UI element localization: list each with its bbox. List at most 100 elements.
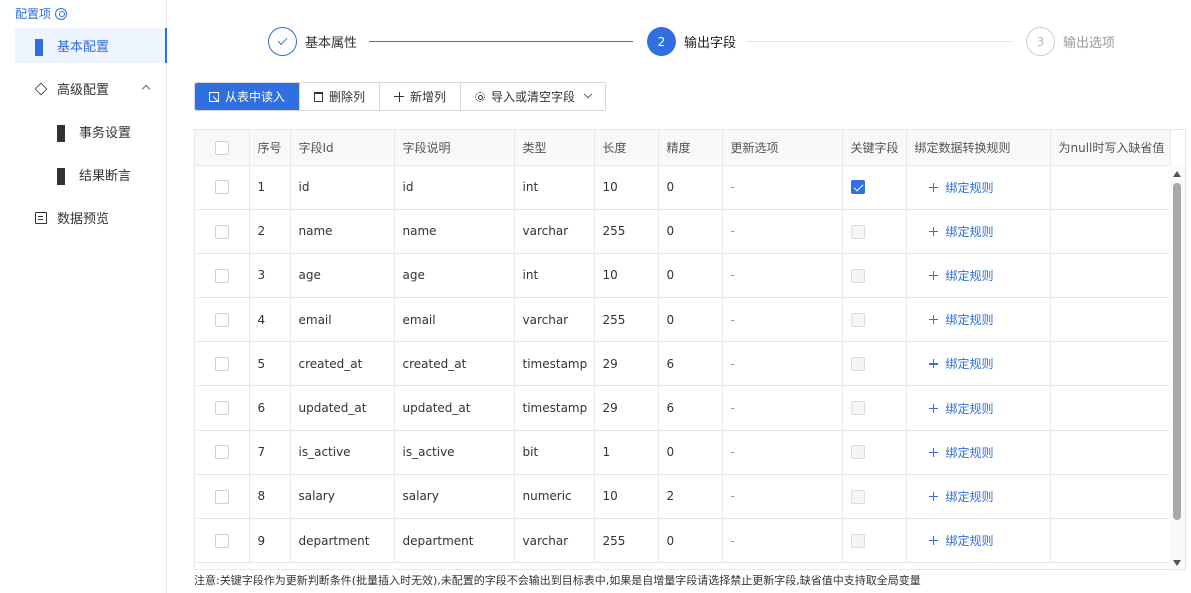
default-value-cell[interactable] xyxy=(1050,165,1171,210)
update-option-cell[interactable]: - xyxy=(722,430,843,475)
update-option-cell[interactable]: - xyxy=(722,474,843,520)
bind-rule-cell[interactable]: 绑定规则 xyxy=(906,385,1051,431)
default-value-cell[interactable] xyxy=(1050,518,1171,564)
table-row[interactable]: 9 department department varchar 255 0- 绑定规则 xyxy=(195,518,1171,564)
field-desc-cell[interactable]: department xyxy=(394,518,515,564)
row-select-cell[interactable] xyxy=(195,253,250,299)
field-id-cell[interactable]: age xyxy=(290,253,395,299)
bind-rule-link[interactable]: 绑定规则 xyxy=(915,355,994,372)
sidebar-item-transaction[interactable]: 事务设置 xyxy=(15,114,167,149)
default-value-cell[interactable] xyxy=(1050,297,1171,343)
key-field-checkbox[interactable] xyxy=(850,401,865,416)
bind-rule-link[interactable]: 绑定规则 xyxy=(915,267,994,284)
delete-column-button[interactable]: 删除列 xyxy=(299,83,380,110)
scroll-down-icon[interactable] xyxy=(1173,560,1181,566)
row-select-cell[interactable] xyxy=(195,209,250,254)
row-checkbox[interactable] xyxy=(214,312,229,327)
field-id-cell[interactable]: email xyxy=(290,297,395,343)
default-value-cell[interactable] xyxy=(1050,430,1171,475)
field-desc-cell[interactable]: id xyxy=(394,165,515,210)
step-output-fields[interactable]: 2 输出字段 xyxy=(647,27,736,56)
update-option-cell[interactable]: - xyxy=(722,253,843,299)
update-option-cell[interactable]: - xyxy=(722,385,843,431)
field-desc-cell[interactable]: age xyxy=(394,253,515,299)
key-field-checkbox[interactable] xyxy=(850,445,865,460)
bind-rule-cell[interactable]: 绑定规则 xyxy=(906,518,1051,564)
field-id-cell[interactable]: updated_at xyxy=(290,385,395,431)
read-from-table-button[interactable]: 从表中读入 xyxy=(195,83,300,110)
update-option-cell[interactable]: - xyxy=(722,341,843,387)
key-field-checkbox[interactable] xyxy=(850,312,865,327)
add-column-button[interactable]: 新增列 xyxy=(379,83,461,110)
bind-rule-cell[interactable]: 绑定规则 xyxy=(906,430,1051,475)
field-desc-cell[interactable]: email xyxy=(394,297,515,343)
row-checkbox[interactable] xyxy=(214,357,229,372)
bind-rule-cell[interactable]: 绑定规则 xyxy=(906,297,1051,343)
bind-rule-cell[interactable]: 绑定规则 xyxy=(906,474,1051,520)
row-select-cell[interactable] xyxy=(195,474,250,520)
default-value-cell[interactable] xyxy=(1050,209,1171,254)
default-value-cell[interactable] xyxy=(1050,253,1171,299)
key-field-checkbox[interactable] xyxy=(850,180,865,195)
scrollbar-thumb[interactable] xyxy=(1173,183,1181,520)
scroll-up-icon[interactable] xyxy=(1173,171,1181,177)
table-row[interactable]: 2 name name varchar 255 0- 绑定规则 xyxy=(195,209,1171,254)
key-field-checkbox[interactable] xyxy=(850,224,865,239)
key-field-cell[interactable] xyxy=(842,165,907,210)
key-field-cell[interactable] xyxy=(842,518,907,564)
update-option-cell[interactable]: - xyxy=(722,209,843,254)
row-checkbox[interactable] xyxy=(214,224,229,239)
field-id-cell[interactable]: name xyxy=(290,209,395,254)
key-field-checkbox[interactable] xyxy=(850,357,865,372)
update-option-cell[interactable]: - xyxy=(722,165,843,210)
sidebar-item-assertion[interactable]: 结果断言 xyxy=(15,157,167,192)
key-field-cell[interactable] xyxy=(842,209,907,254)
row-select-cell[interactable] xyxy=(195,297,250,343)
field-id-cell[interactable]: salary xyxy=(290,474,395,520)
key-field-checkbox[interactable] xyxy=(850,489,865,504)
bind-rule-link[interactable]: 绑定规则 xyxy=(915,488,994,505)
sidebar-item-data-preview[interactable]: 数据预览 xyxy=(15,200,167,235)
key-field-checkbox[interactable] xyxy=(850,533,865,548)
key-field-cell[interactable] xyxy=(842,253,907,299)
select-all-checkbox[interactable] xyxy=(214,140,229,155)
bind-rule-cell[interactable]: 绑定规则 xyxy=(906,209,1051,254)
table-row[interactable]: 1 id id int 10 0- 绑定规则 xyxy=(195,165,1171,210)
table-row[interactable]: 3 age age int 10 0- 绑定规则 xyxy=(195,253,1171,299)
update-option-cell[interactable]: - xyxy=(722,518,843,564)
row-checkbox[interactable] xyxy=(214,268,229,283)
field-id-cell[interactable]: created_at xyxy=(290,341,395,387)
table-row[interactable]: 7 is_active is_active bit 1 0- 绑定规则 xyxy=(195,430,1171,475)
bind-rule-link[interactable]: 绑定规则 xyxy=(915,223,994,240)
row-select-cell[interactable] xyxy=(195,385,250,431)
bind-rule-link[interactable]: 绑定规则 xyxy=(915,532,994,549)
target-icon[interactable] xyxy=(55,7,68,20)
chevron-up-icon[interactable] xyxy=(141,84,151,94)
field-desc-cell[interactable]: updated_at xyxy=(394,385,515,431)
bind-rule-link[interactable]: 绑定规则 xyxy=(915,444,994,461)
key-field-cell[interactable] xyxy=(842,474,907,520)
bind-rule-cell[interactable]: 绑定规则 xyxy=(906,165,1051,210)
bind-rule-link[interactable]: 绑定规则 xyxy=(915,179,994,196)
table-row[interactable]: 6 updated_at updated_at timestamp 29 6- 绑定规则 xyxy=(195,385,1171,431)
default-value-cell[interactable] xyxy=(1050,385,1171,431)
row-checkbox[interactable] xyxy=(214,489,229,504)
config-title[interactable]: 配置项 xyxy=(15,5,68,22)
field-desc-cell[interactable]: salary xyxy=(394,474,515,520)
bind-rule-link[interactable]: 绑定规则 xyxy=(915,400,994,417)
row-checkbox[interactable] xyxy=(214,180,229,195)
field-desc-cell[interactable]: is_active xyxy=(394,430,515,475)
row-checkbox[interactable] xyxy=(214,533,229,548)
table-row[interactable]: 4 email email varchar 255 0- 绑定规则 xyxy=(195,297,1171,343)
row-checkbox[interactable] xyxy=(214,401,229,416)
default-value-cell[interactable] xyxy=(1050,474,1171,520)
table-row[interactable]: 8 salary salary numeric 10 2- 绑定规则 xyxy=(195,474,1171,520)
field-id-cell[interactable]: id xyxy=(290,165,395,210)
key-field-checkbox[interactable] xyxy=(850,268,865,283)
row-select-cell[interactable] xyxy=(195,341,250,387)
key-field-cell[interactable] xyxy=(842,341,907,387)
bind-rule-cell[interactable]: 绑定规则 xyxy=(906,253,1051,299)
default-value-cell[interactable] xyxy=(1050,341,1171,387)
bind-rule-link[interactable]: 绑定规则 xyxy=(915,311,994,328)
import-or-clear-fields-dropdown[interactable]: 导入或清空字段 xyxy=(460,83,606,110)
